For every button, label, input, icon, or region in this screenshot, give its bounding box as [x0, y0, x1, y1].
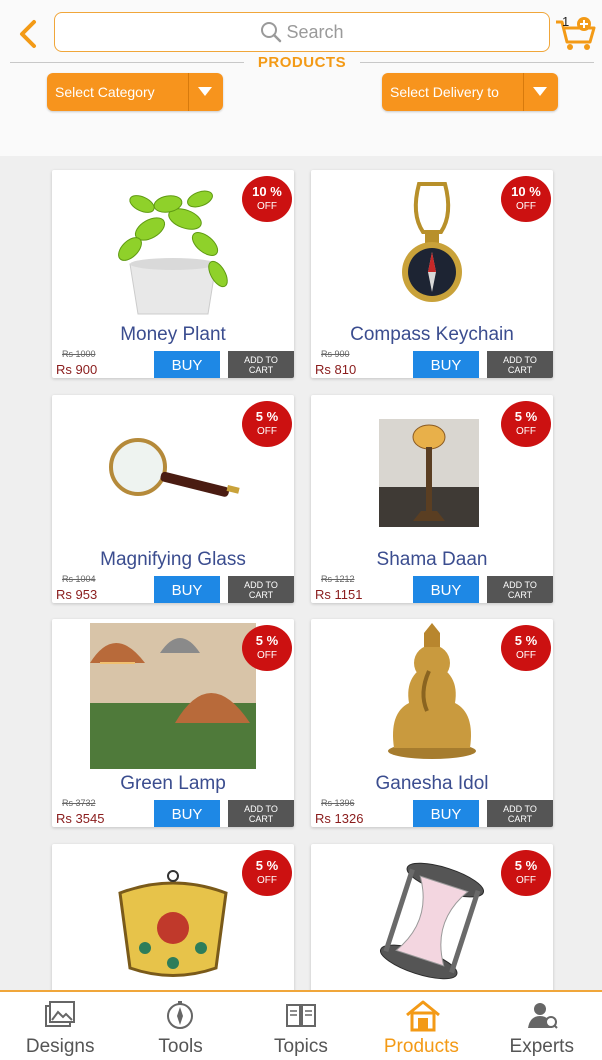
idol-image	[349, 623, 515, 769]
discount-badge: 5 % OFF	[242, 850, 292, 896]
nav-tools[interactable]: Tools	[120, 992, 240, 1060]
product-name[interactable]: Magnifying Glass	[52, 549, 294, 571]
discount-badge: 5 % OFF	[242, 401, 292, 447]
add-to-cart-button[interactable]: ADD TO CART	[228, 800, 294, 827]
designs-icon	[45, 1001, 75, 1027]
product-card[interactable]: 10 % OFF Compass Keychain Rs 900 Rs 810 …	[311, 170, 553, 378]
discount-badge: 5 % OFF	[242, 625, 292, 671]
product-name[interactable]: Shama Daan	[311, 549, 553, 571]
compass-image	[349, 174, 515, 320]
delivery-dropdown[interactable]: Select Delivery to	[382, 73, 558, 111]
cart-icon	[556, 17, 596, 50]
product-card[interactable]: 10 % OFF Money Plant Rs 1000 Rs 900 BUY …	[52, 170, 294, 378]
wall-hanging-image	[90, 848, 256, 994]
price: Rs 900	[56, 362, 98, 377]
buy-button[interactable]: BUY	[154, 800, 220, 827]
add-to-cart-button[interactable]: ADD TO CART	[487, 576, 553, 603]
header: Search 1 PRODUCTS Select Category Select…	[0, 0, 602, 156]
chevron-left-icon	[20, 20, 36, 48]
nav-label: Experts	[509, 1036, 574, 1057]
book-icon	[285, 1004, 316, 1027]
add-to-cart-button[interactable]: ADD TO CART	[228, 576, 294, 603]
add-to-cart-button[interactable]: ADD TO CART	[487, 800, 553, 827]
buy-button[interactable]: BUY	[154, 351, 220, 378]
search-icon	[261, 22, 282, 43]
add-to-cart-button[interactable]: ADD TO CART	[487, 351, 553, 378]
nav-topics[interactable]: Topics	[241, 992, 361, 1060]
discount-badge: 10 % OFF	[501, 176, 551, 222]
old-price: Rs 1396	[321, 798, 355, 808]
nav-label: Designs	[25, 1036, 95, 1057]
old-price: Rs 900	[321, 349, 350, 359]
price: Rs 810	[315, 362, 357, 377]
search-placeholder: Search	[286, 21, 344, 42]
product-name[interactable]: Green Lamp	[52, 773, 294, 795]
plant-image	[90, 174, 256, 320]
old-price: Rs 3732	[62, 798, 96, 808]
cart-button[interactable]	[554, 12, 598, 52]
house-icon	[406, 1000, 441, 1032]
buy-button[interactable]: BUY	[154, 576, 220, 603]
cart-count: 1	[562, 14, 570, 29]
chevron-down-icon	[198, 87, 212, 96]
back-button[interactable]	[14, 18, 42, 50]
discount-badge: 5 % OFF	[501, 850, 551, 896]
discount-badge: 10 % OFF	[242, 176, 292, 222]
product-name[interactable]: Compass Keychain	[311, 324, 553, 346]
nav-label: Topics	[274, 1036, 328, 1057]
old-price: Rs 1004	[62, 574, 96, 584]
search-input[interactable]: Search	[54, 12, 550, 52]
bottom-nav: Designs Tools Topics Products Experts	[0, 990, 602, 1060]
candle-stand-image	[349, 399, 515, 545]
price: Rs 1151	[315, 587, 363, 602]
old-price: Rs 1212	[321, 574, 355, 584]
nav-label: Products	[383, 1036, 459, 1057]
price: Rs 3545	[56, 811, 105, 826]
buy-button[interactable]: BUY	[413, 800, 479, 827]
product-card[interactable]: 5 % OFF Magnifying Glass Rs 1004 Rs 953 …	[52, 395, 294, 603]
product-card[interactable]: 5 % OFF Shama Daan Rs 1212 Rs 1151 BUY A…	[311, 395, 553, 603]
nav-experts[interactable]: Experts	[482, 992, 602, 1060]
price: Rs 1326	[315, 811, 364, 826]
buy-button[interactable]: BUY	[413, 576, 479, 603]
delivery-dropdown-label: Select Delivery to	[390, 84, 499, 100]
expert-icon	[527, 1003, 558, 1029]
discount-badge: 5 % OFF	[501, 401, 551, 447]
old-price: Rs 1000	[62, 349, 96, 359]
product-name[interactable]: Ganesha Idol	[311, 773, 553, 795]
compass-icon	[167, 1001, 194, 1029]
category-dropdown-label: Select Category	[55, 84, 155, 100]
divider	[360, 62, 594, 63]
chevron-down-icon	[533, 87, 547, 96]
section-title: PRODUCTS	[257, 54, 347, 71]
product-card[interactable]: 5 % OFF Ganesha Idol Rs 1396 Rs 1326 BUY…	[311, 619, 553, 827]
lamp-image	[90, 623, 256, 769]
nav-label: Tools	[158, 1036, 203, 1057]
add-to-cart-button[interactable]: ADD TO CART	[228, 351, 294, 378]
divider	[10, 62, 244, 63]
nav-products[interactable]: Products	[361, 992, 481, 1060]
magnifier-image	[90, 399, 256, 545]
product-name[interactable]: Money Plant	[52, 324, 294, 346]
buy-button[interactable]: BUY	[413, 351, 479, 378]
product-card[interactable]: 5 % OFF Green Lamp Rs 3732 Rs 3545 BUY A…	[52, 619, 294, 827]
hourglass-image	[349, 848, 515, 994]
price: Rs 953	[56, 587, 98, 602]
category-dropdown[interactable]: Select Category	[47, 73, 223, 111]
nav-designs[interactable]: Designs	[0, 992, 120, 1060]
discount-badge: 5 % OFF	[501, 625, 551, 671]
